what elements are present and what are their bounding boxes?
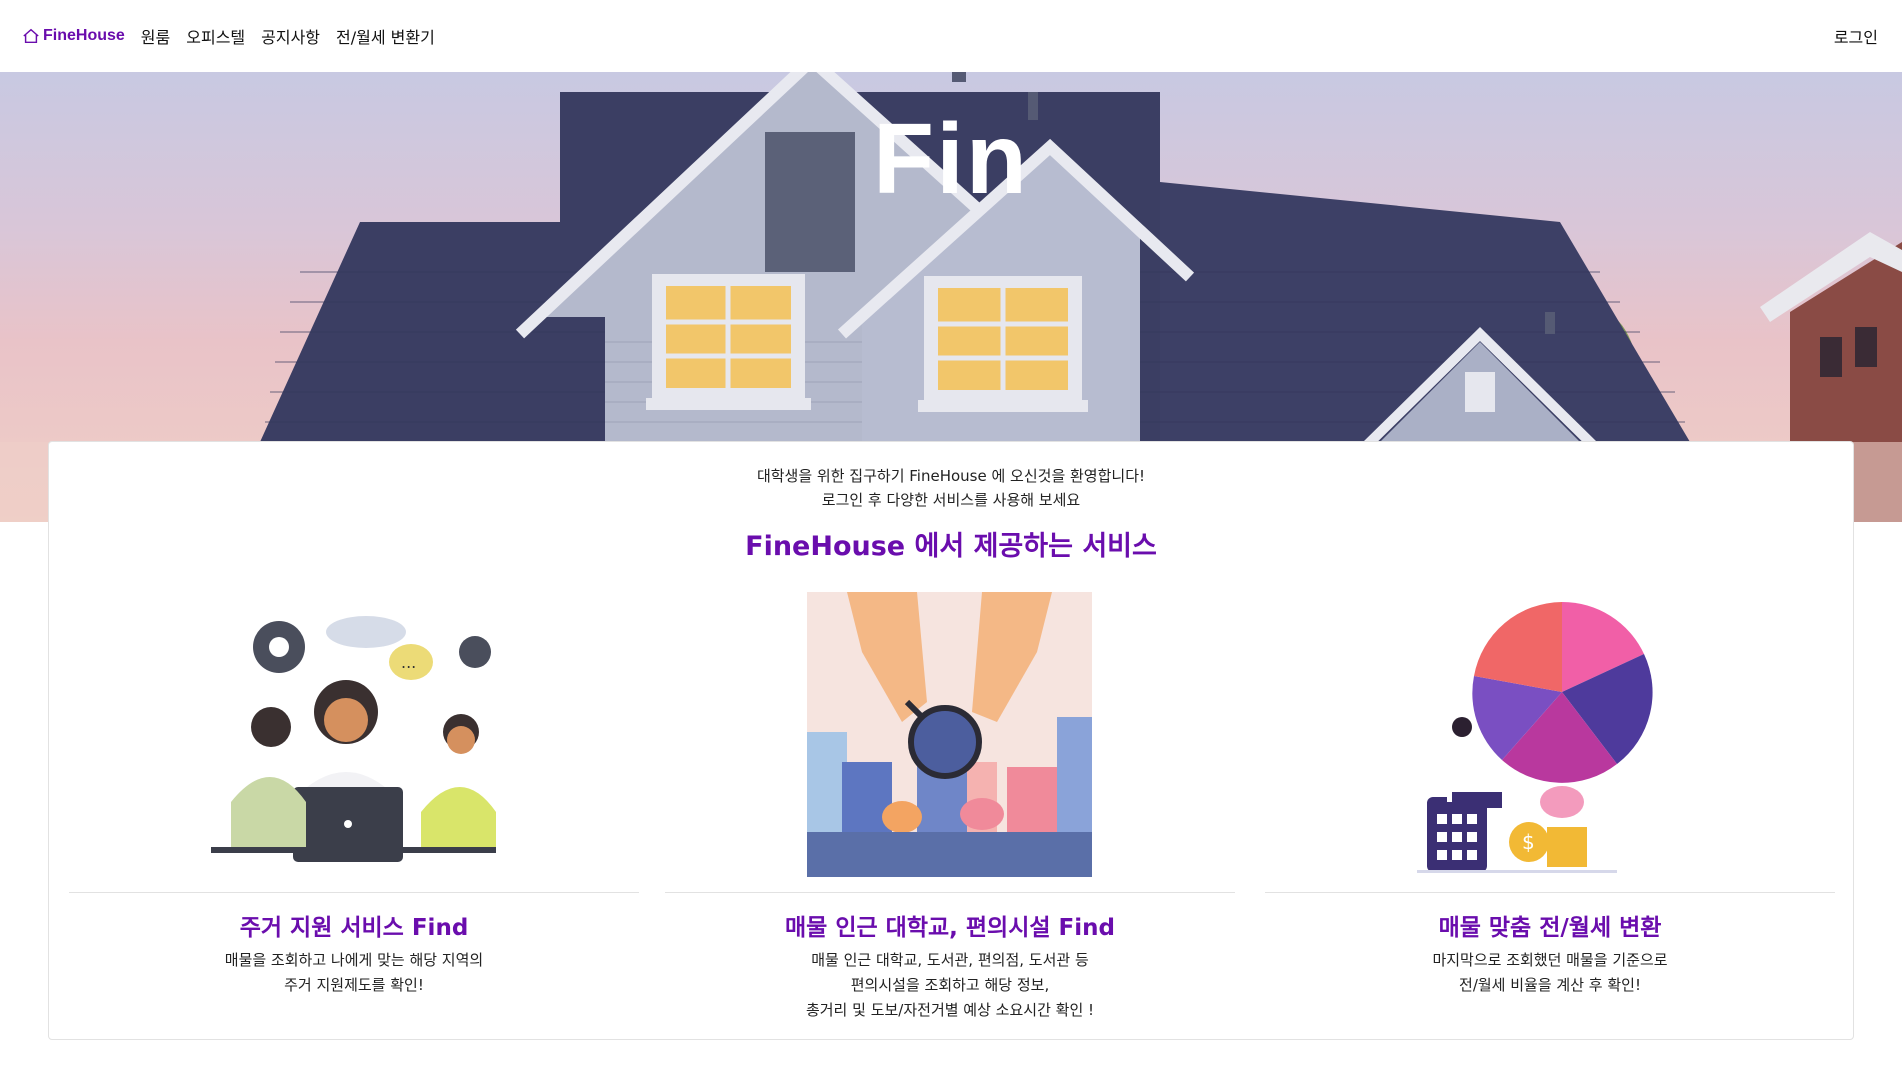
hero-title: Fin bbox=[873, 103, 1029, 215]
login-link[interactable]: 로그인 bbox=[1834, 24, 1878, 48]
service-description-line: 매물 인근 대학교, 도서관, 편의점, 도서관 등 bbox=[811, 951, 1089, 969]
service-description-line: 마지막으로 조회했던 매물을 기준으로 bbox=[1432, 951, 1668, 969]
customer-support-illustration: ... bbox=[211, 592, 496, 877]
nav-link-officetel[interactable]: 오피스텔 bbox=[186, 24, 245, 48]
service-description: 매물을 조회하고 나에게 맞는 해당 지역의 주거 지원제도를 확인! bbox=[69, 948, 639, 998]
services-title: FineHouse 에서 제공하는 서비스 bbox=[745, 531, 1157, 562]
service-description: 마지막으로 조회했던 매물을 기준으로 전/월세 비율을 계산 후 확인! bbox=[1265, 948, 1835, 998]
service-description: 매물 인근 대학교, 도서관, 편의점, 도서관 등 편의시설을 조회하고 해당… bbox=[665, 948, 1235, 1023]
service-description-line: 전/월세 비율을 계산 후 확인! bbox=[1459, 976, 1641, 994]
brand-name: FineHouse bbox=[43, 27, 125, 44]
welcome-text: 대학생을 위한 집구하기 FineHouse 에 오신것을 환영합니다! 로그인… bbox=[49, 464, 1853, 512]
brand-link[interactable]: FineHouse bbox=[22, 27, 125, 45]
divider bbox=[1265, 892, 1835, 893]
welcome-line-1: 대학생을 위한 집구하기 FineHouse 에 오신것을 환영합니다! bbox=[756, 467, 1146, 485]
service-description-line: 편의시설을 조회하고 해당 정보, bbox=[850, 976, 1050, 994]
finance-pie-illustration: $ bbox=[1407, 592, 1692, 877]
nav-link-rent-converter[interactable]: 전/월세 변환기 bbox=[336, 24, 435, 48]
house-icon bbox=[23, 28, 39, 44]
divider bbox=[665, 892, 1235, 893]
svg-text:$: $ bbox=[1522, 830, 1535, 854]
service-title: 주거 지원 서비스 Find bbox=[239, 915, 469, 941]
navbar: FineHouse 원룸 오피스텔 공지사항 전/월세 변환기 로그인 bbox=[0, 0, 1902, 72]
nav-link-oneroom[interactable]: 원룸 bbox=[141, 24, 170, 48]
service-title: 매물 맞춤 전/월세 변환 bbox=[1438, 915, 1662, 941]
welcome-line-2: 로그인 후 다양한 서비스를 사용해 보세요 bbox=[821, 491, 1081, 509]
service-description-line: 총거리 및 도보/자전거별 예상 소요시간 확인 ! bbox=[805, 1001, 1095, 1019]
service-title: 매물 인근 대학교, 편의시설 Find bbox=[785, 915, 1115, 941]
divider bbox=[69, 892, 639, 893]
services-card: 대학생을 위한 집구하기 FineHouse 에 오신것을 환영합니다! 로그인… bbox=[48, 441, 1854, 1040]
service-description-line: 주거 지원제도를 확인! bbox=[284, 976, 424, 994]
svg-text:...: ... bbox=[401, 653, 416, 672]
service-description-line: 매물을 조회하고 나에게 맞는 해당 지역의 bbox=[224, 951, 484, 969]
city-search-illustration bbox=[807, 592, 1092, 877]
nav-link-notice[interactable]: 공지사항 bbox=[261, 24, 320, 48]
